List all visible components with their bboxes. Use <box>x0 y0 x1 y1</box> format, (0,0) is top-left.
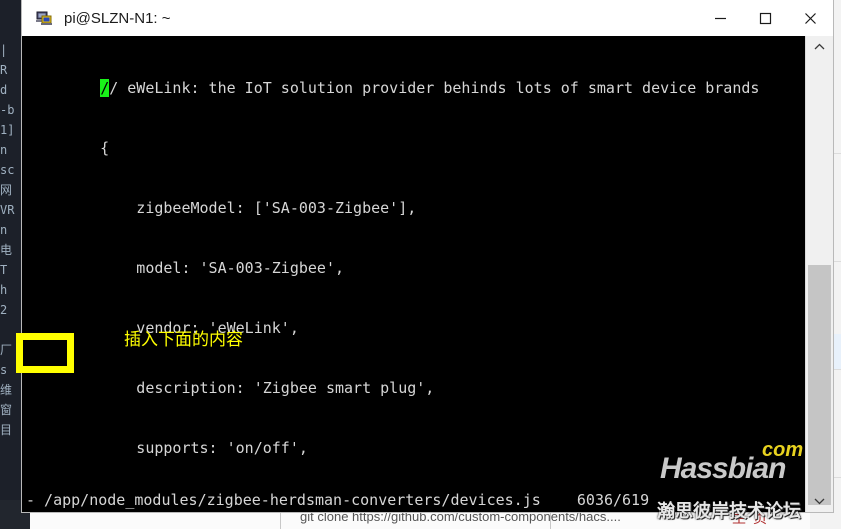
terminal-line: // eWeLink: the IoT solution provider be… <box>46 78 759 98</box>
terminal-line-text: / eWeLink: the IoT solution provider beh… <box>109 79 760 97</box>
window-title: pi@SLZN-N1: ~ <box>64 9 171 27</box>
terminal-line: zigbeeModel: ['SA-003-Zigbee'], <box>46 199 417 217</box>
terminal-line: supports: 'on/off', <box>46 439 308 457</box>
terminal-text: // eWeLink: the IoT solution provider be… <box>46 38 759 512</box>
putty-window[interactable]: pi@SLZN-N1: ~ // eWeLink: the IoT soluti… <box>22 0 833 512</box>
background-bottom-redmark: 主 页 <box>732 512 767 527</box>
editor-status-bar: - /app/node_modules/zigbee-herdsman-conv… <box>22 490 833 512</box>
terminal-line-indent <box>46 79 100 97</box>
terminal-line: description: 'Zigbee smart plug', <box>46 379 435 397</box>
maximize-button[interactable] <box>743 0 788 36</box>
window-controls <box>698 0 833 36</box>
text-cursor: / <box>100 79 110 97</box>
terminal-line: { <box>46 139 110 157</box>
terminal-scrollbar[interactable] <box>805 36 833 512</box>
terminal-body[interactable]: // eWeLink: the IoT solution provider be… <box>22 36 833 512</box>
background-window-bottom[interactable]: git clone https://github.com/custom-comp… <box>30 512 810 529</box>
close-button[interactable] <box>788 0 833 36</box>
background-bottom-text: git clone https://github.com/custom-comp… <box>300 512 621 524</box>
putty-icon <box>36 9 54 27</box>
screen: | R d -b 1] n sc 网 VR n 电 T h 2 厂 s 维 窗 … <box>0 0 841 529</box>
minimize-button[interactable] <box>698 0 743 36</box>
scroll-up-icon[interactable] <box>806 36 833 58</box>
title-bar[interactable]: pi@SLZN-N1: ~ <box>22 0 833 36</box>
divider <box>280 512 281 529</box>
scrollbar-thumb[interactable] <box>808 265 831 505</box>
scroll-down-icon[interactable] <box>806 490 833 512</box>
terminal-line: model: 'SA-003-Zigbee', <box>46 259 345 277</box>
status-bar-text: - /app/node_modules/zigbee-herdsman-conv… <box>26 491 650 509</box>
annotation-note: 插入下面的内容 <box>124 330 243 350</box>
